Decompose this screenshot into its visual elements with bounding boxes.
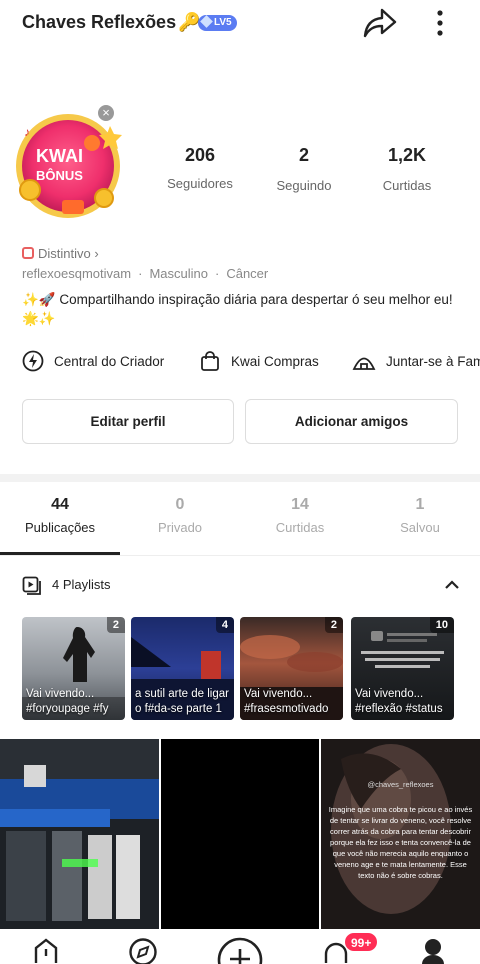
bio-line-1: ✨🚀 Compartilhando inspiração diária para… — [22, 292, 453, 307]
creator-center-link[interactable]: Central do Criador — [22, 344, 164, 378]
badge-icon — [22, 247, 34, 259]
kwai-shop-link[interactable]: Kwai Compras — [199, 344, 319, 378]
caption-line: Vai vivendo... — [244, 688, 313, 700]
caption-line: #reflexão #status — [355, 703, 443, 715]
level-badge[interactable]: LV5 — [198, 15, 237, 31]
quick-links: Central do Criador Kwai Compras Juntar-s… — [0, 344, 480, 378]
tab-label: Publicações — [24, 520, 96, 535]
separator-dot: · — [138, 266, 143, 281]
profile-info-row: reflexoesqmotivam · Masculino · Câncer — [22, 266, 268, 281]
tab-label: Privado — [157, 520, 203, 535]
playlist-card[interactable]: 2 Vai vivendo... #foryoupage #fy — [22, 617, 125, 720]
discover-compass-icon[interactable] — [128, 937, 158, 964]
chevron-up-icon[interactable] — [444, 578, 460, 592]
video-text-overlay: @chaves_reflexoes Imagine que uma cobra … — [327, 779, 474, 881]
add-friends-button[interactable]: Adicionar amigos — [245, 399, 458, 444]
tab-count: 0 — [175, 496, 185, 513]
svg-text:♪: ♪ — [24, 125, 30, 139]
playlist-caption: a sutil arte de ligar o f#da-se parte 1 — [135, 687, 231, 717]
tab-label: Curtidas — [275, 520, 325, 535]
home-icon[interactable] — [32, 937, 60, 964]
playlist-card[interactable]: 4 a sutil arte de ligar o f#da-se parte … — [131, 617, 234, 720]
tab-likes[interactable]: 14 Curtidas — [240, 496, 360, 535]
followers-label: Seguidores — [167, 176, 233, 191]
playlist-icon — [22, 576, 41, 595]
video-thumbnail[interactable] — [161, 739, 319, 929]
separator-dot: · — [214, 266, 220, 281]
playlist-count: 2 — [106, 617, 125, 633]
caption-line: #frasesmotivado — [244, 703, 329, 715]
tab-saved[interactable]: 1 Salvou — [360, 496, 480, 535]
caption-line: #foryoupage #fy — [26, 703, 109, 715]
playlist-count: 10 — [429, 617, 454, 633]
video-caption: Imagine que uma cobra te picou e ao invé… — [328, 805, 473, 880]
family-tent-icon — [352, 357, 376, 370]
video-tag: @chaves_reflexoes — [367, 780, 434, 789]
avatar[interactable]: ♪ KWAI BÔNUS — [12, 108, 132, 228]
join-family-label: Juntar-se à Família — [386, 353, 480, 369]
caption-line: a sutil arte de ligar — [135, 688, 229, 700]
followers-count: 206 — [184, 145, 216, 165]
playlist-caption: Vai vivendo... #reflexão #status — [355, 687, 451, 717]
tab-count: 1 — [415, 496, 425, 513]
tab-label: Salvou — [400, 520, 440, 535]
create-plus-icon[interactable] — [217, 937, 263, 964]
profile-icon[interactable] — [420, 937, 446, 964]
tab-publications[interactable]: 44 Publicações — [0, 496, 120, 555]
creator-center-label: Central do Criador — [54, 353, 165, 369]
caption-line: Vai vivendo... — [355, 688, 424, 700]
notification-badge: 99+ — [344, 932, 379, 952]
stat-following[interactable]: 2 Seguindo — [268, 145, 340, 193]
playlist-card[interactable]: 2 Vai vivendo... #frasesmotivado — [240, 617, 343, 720]
lightning-icon — [22, 350, 44, 372]
more-options-icon[interactable] — [428, 8, 452, 38]
level-badge-label: LV5 — [214, 17, 232, 28]
bottom-navigation: 99+ — [0, 929, 480, 964]
video-thumbnail[interactable] — [0, 739, 159, 929]
kwai-bonus-avatar-image: ♪ KWAI BÔNUS — [16, 114, 122, 218]
likes-label: Curtidas — [382, 178, 432, 193]
page-title: Chaves Reflexões 🔑 — [22, 12, 201, 33]
avatar-kwai-text: KWAI — [36, 146, 83, 166]
diamond-icon — [200, 15, 213, 28]
playlist-caption: Vai vivendo... #frasesmotivado — [244, 687, 340, 717]
likes-count: 1,2K — [387, 145, 427, 165]
edit-profile-button[interactable]: Editar perfil — [22, 399, 234, 444]
bio: ✨🚀 Compartilhando inspiração diária para… — [22, 290, 462, 328]
shopping-bag-icon — [201, 351, 219, 371]
caption-line: o f#da-se parte 1 — [135, 703, 222, 715]
playlists-count-label: 4 Playlists — [52, 577, 111, 592]
bio-line-2: 🌟✨ — [22, 311, 56, 326]
stat-likes[interactable]: 1,2K Curtidas — [372, 145, 442, 193]
following-count: 2 — [298, 145, 309, 165]
username: Chaves Reflexões — [22, 12, 177, 32]
avatar-bonus-text: BÔNUS — [36, 168, 83, 183]
tab-count: 44 — [51, 496, 69, 513]
stat-followers[interactable]: 206 Seguidores — [160, 145, 240, 191]
profile-header: Chaves Reflexões 🔑 LV5 — [0, 0, 480, 48]
playlist-card[interactable]: 10 Vai vivendo... #reflexão #status — [351, 617, 454, 720]
chevron-right-icon: › — [94, 246, 99, 261]
kwai-shop-label: Kwai Compras — [231, 353, 319, 369]
content-tabs: 44 Publicações 0 Privado 14 Curtidas 1 S… — [0, 496, 480, 556]
gender: Masculino — [149, 266, 208, 281]
distintivo-link[interactable]: Distintivo › — [22, 246, 99, 261]
close-icon[interactable]: × — [96, 103, 116, 123]
playlists-header[interactable]: 4 Playlists — [22, 572, 462, 598]
playlist-count: 2 — [324, 617, 343, 633]
tab-private[interactable]: 0 Privado — [120, 496, 240, 535]
share-icon[interactable] — [362, 6, 398, 40]
video-thumbnail[interactable]: @chaves_reflexoes Imagine que uma cobra … — [321, 739, 480, 929]
handle: reflexoesqmotivam — [22, 266, 132, 281]
section-divider — [0, 474, 480, 482]
tab-count: 14 — [291, 496, 309, 513]
join-family-link[interactable]: Juntar-se à Família — [352, 344, 480, 378]
playlist-count: 4 — [215, 617, 234, 633]
playlist-caption: Vai vivendo... #foryoupage #fy — [26, 687, 122, 717]
video-thumbnail-image — [0, 739, 159, 921]
distintivo-label: Distintivo — [38, 246, 91, 261]
caption-line: Vai vivendo... — [26, 688, 95, 700]
following-label: Seguindo — [276, 178, 332, 193]
zodiac-sign: Câncer — [226, 266, 269, 281]
